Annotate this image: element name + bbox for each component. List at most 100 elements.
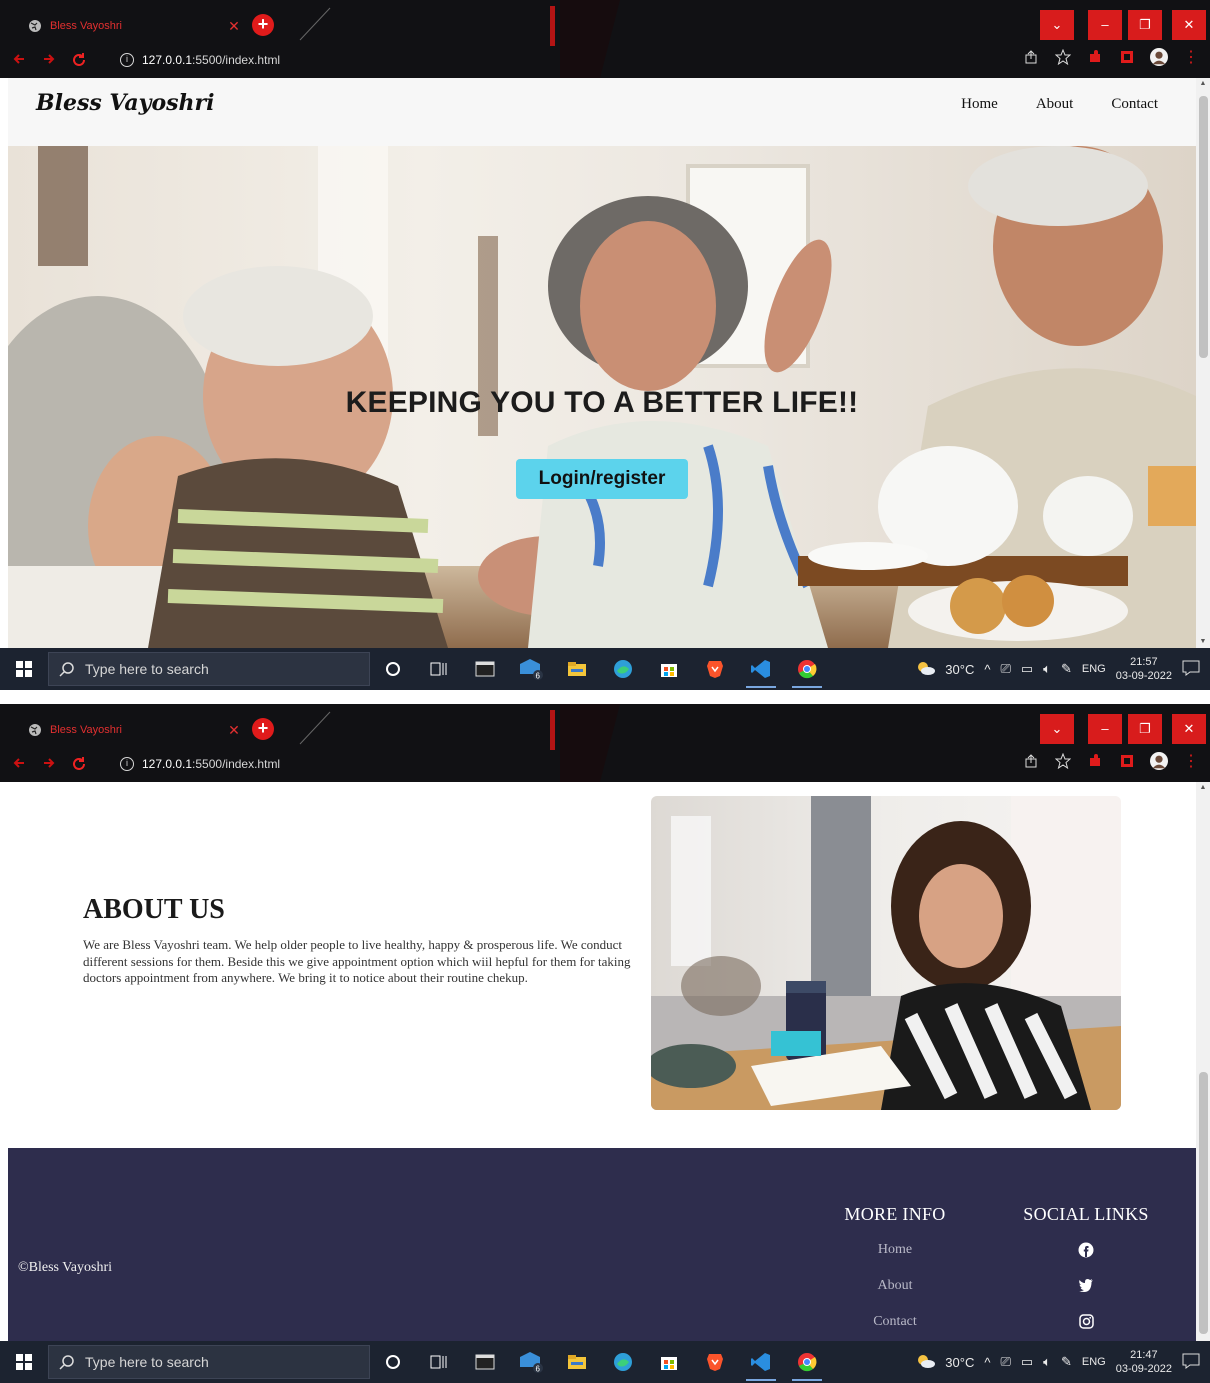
- mail-icon[interactable]: 6: [508, 648, 554, 690]
- edge-icon[interactable]: [600, 1341, 646, 1383]
- vscode-icon[interactable]: [738, 648, 784, 690]
- search-icon: [59, 1355, 74, 1370]
- sidebar-icon[interactable]: [1118, 752, 1136, 770]
- meet-icon[interactable]: ⎚: [1000, 661, 1010, 677]
- windows-start-icon[interactable]: [0, 1341, 48, 1383]
- chevron-up-icon[interactable]: ^: [984, 662, 990, 677]
- battery-icon[interactable]: ▭: [1021, 661, 1033, 677]
- close-window-button[interactable]: ✕: [1172, 10, 1206, 40]
- brave-icon[interactable]: [692, 1341, 738, 1383]
- screenshot-divider: [0, 690, 1210, 704]
- pen-icon[interactable]: ✎: [1061, 661, 1072, 677]
- forward-icon[interactable]: [38, 48, 60, 70]
- reload-icon[interactable]: [68, 752, 90, 774]
- chevron-up-icon[interactable]: ^: [984, 1355, 990, 1370]
- notifications-icon[interactable]: [1182, 660, 1200, 679]
- browser-tab[interactable]: Bless Vayoshri ✕: [14, 714, 244, 746]
- nav-contact-link[interactable]: Contact: [1111, 96, 1158, 113]
- share-icon[interactable]: [1022, 48, 1040, 66]
- maximize-button[interactable]: ❐: [1128, 714, 1162, 744]
- mail-icon[interactable]: 6: [508, 1341, 554, 1383]
- nav-home-link[interactable]: Home: [961, 96, 998, 113]
- pen-icon[interactable]: ✎: [1061, 1354, 1072, 1370]
- terminal-icon[interactable]: [462, 1341, 508, 1383]
- cortana-icon[interactable]: [370, 648, 416, 690]
- tab-search-button[interactable]: ⌄: [1040, 714, 1074, 744]
- twitter-icon[interactable]: [1018, 1275, 1154, 1311]
- store-icon[interactable]: [646, 1341, 692, 1383]
- tab-close-icon[interactable]: ✕: [224, 18, 244, 35]
- minimize-button[interactable]: –: [1088, 714, 1122, 744]
- sidebar-icon[interactable]: [1118, 48, 1136, 66]
- taskbar-search[interactable]: Type here to search: [48, 1345, 370, 1379]
- taskbar-search[interactable]: Type here to search: [48, 652, 370, 686]
- brave-icon[interactable]: [692, 648, 738, 690]
- browser-chrome: Bless Vayoshri ✕ + ⌄ – ❐ ✕ i 127.0.0.1:5…: [0, 0, 1210, 78]
- weather-icon[interactable]: [915, 660, 936, 679]
- share-icon[interactable]: [1022, 752, 1040, 770]
- volume-icon[interactable]: 🔈︎: [1043, 661, 1051, 677]
- battery-icon[interactable]: ▭: [1021, 1354, 1033, 1370]
- task-view-icon[interactable]: [416, 648, 462, 690]
- login-register-button[interactable]: Login/register: [516, 459, 688, 499]
- tab-search-button[interactable]: ⌄: [1040, 10, 1074, 40]
- back-icon[interactable]: [8, 48, 30, 70]
- vscode-icon[interactable]: [738, 1341, 784, 1383]
- language-indicator[interactable]: ENG: [1082, 663, 1106, 675]
- close-window-button[interactable]: ✕: [1172, 714, 1206, 744]
- new-tab-button[interactable]: +: [252, 14, 274, 36]
- notifications-icon[interactable]: [1182, 1353, 1200, 1372]
- globe-icon: [29, 724, 41, 736]
- weather-icon[interactable]: [915, 1353, 936, 1372]
- clock[interactable]: 21:47 03-09-2022: [1116, 1348, 1172, 1376]
- bookmark-star-icon[interactable]: [1054, 48, 1072, 66]
- tab-close-icon[interactable]: ✕: [224, 722, 244, 739]
- footer-home-link[interactable]: Home: [838, 1239, 952, 1275]
- menu-icon[interactable]: ⋮: [1182, 48, 1200, 66]
- site-info-icon[interactable]: i: [120, 53, 134, 67]
- language-indicator[interactable]: ENG: [1082, 1356, 1106, 1368]
- profile-avatar[interactable]: [1150, 48, 1168, 66]
- file-explorer-icon[interactable]: [554, 1341, 600, 1383]
- forward-icon[interactable]: [38, 752, 60, 774]
- scroll-up-icon[interactable]: ▲: [1199, 80, 1207, 88]
- footer-about-link[interactable]: About: [838, 1275, 952, 1311]
- windows-start-icon[interactable]: [0, 648, 48, 690]
- scroll-down-icon[interactable]: ▼: [1199, 638, 1207, 646]
- maximize-button[interactable]: ❐: [1128, 10, 1162, 40]
- cortana-icon[interactable]: [370, 1341, 416, 1383]
- clock[interactable]: 21:57 03-09-2022: [1116, 655, 1172, 683]
- meet-icon[interactable]: ⎚: [1000, 1354, 1010, 1370]
- new-tab-button[interactable]: +: [252, 718, 274, 740]
- browser-tab[interactable]: Bless Vayoshri ✕: [14, 10, 244, 42]
- chrome-icon[interactable]: [784, 648, 830, 690]
- back-icon[interactable]: [8, 752, 30, 774]
- social-links-heading: SOCIAL LINKS: [1023, 1204, 1149, 1224]
- reload-icon[interactable]: [68, 48, 90, 70]
- scroll-up-icon[interactable]: ▲: [1199, 784, 1207, 792]
- extensions-icon[interactable]: [1086, 752, 1104, 770]
- nav-about-link[interactable]: About: [1036, 96, 1074, 113]
- extensions-icon[interactable]: [1086, 48, 1104, 66]
- chrome-icon[interactable]: [784, 1341, 830, 1383]
- edge-icon[interactable]: [600, 648, 646, 690]
- facebook-icon[interactable]: [1018, 1239, 1154, 1275]
- minimize-button[interactable]: –: [1088, 10, 1122, 40]
- terminal-icon[interactable]: [462, 648, 508, 690]
- profile-avatar[interactable]: [1150, 752, 1168, 770]
- page-scrollbar[interactable]: ▲ ▼: [1196, 78, 1210, 648]
- page-scrollbar[interactable]: ▲ ▼: [1196, 782, 1210, 1352]
- file-explorer-icon[interactable]: [554, 648, 600, 690]
- scroll-thumb[interactable]: [1199, 96, 1208, 358]
- store-icon[interactable]: [646, 648, 692, 690]
- weather-temp[interactable]: 30°C: [945, 1355, 974, 1370]
- volume-icon[interactable]: 🔈︎: [1043, 1354, 1051, 1370]
- site-info-icon[interactable]: i: [120, 757, 134, 771]
- menu-icon[interactable]: ⋮: [1182, 752, 1200, 770]
- task-view-icon[interactable]: [416, 1341, 462, 1383]
- bookmark-star-icon[interactable]: [1054, 752, 1072, 770]
- search-placeholder: Type here to search: [85, 661, 209, 677]
- weather-temp[interactable]: 30°C: [945, 662, 974, 677]
- scroll-thumb[interactable]: [1199, 1072, 1208, 1334]
- site-logo[interactable]: Bless Vayoshri: [36, 90, 214, 116]
